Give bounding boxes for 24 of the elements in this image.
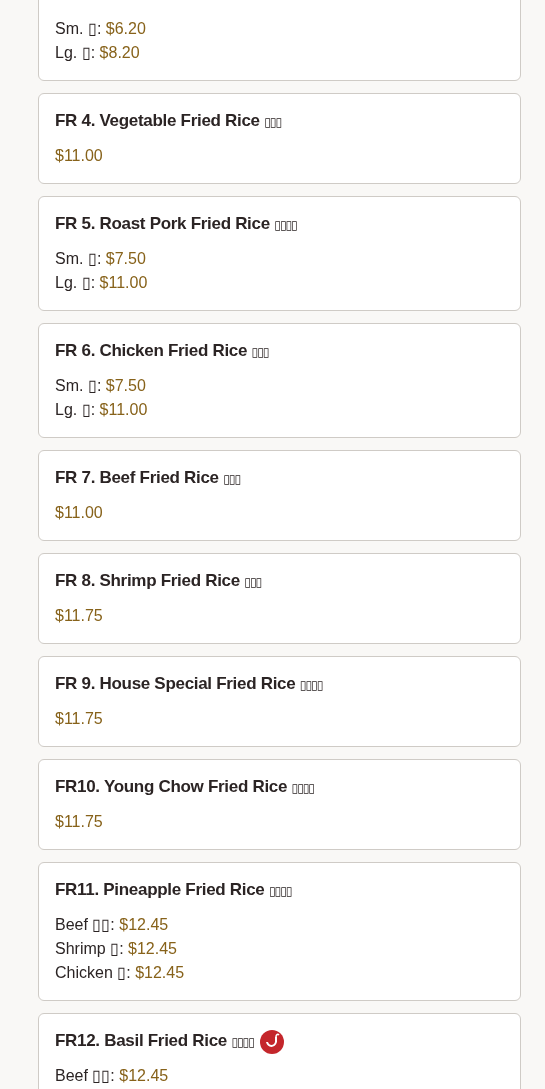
price-line: $11.75 [55, 709, 104, 729]
price-line: $11.00 [55, 503, 104, 523]
price-line: $11.00 [55, 146, 104, 166]
price-line: $11.75 [55, 606, 104, 626]
price-line: Chicken ▯: $12.45 [55, 963, 186, 983]
price-line: Beef ▯▯: $12.45 [55, 1066, 170, 1086]
price-line: Sm. ▯: $6.20 [55, 19, 147, 39]
price-line: Lg. ▯: $8.20 [55, 43, 141, 63]
price-line: Lg. ▯: $11.00 [55, 400, 149, 420]
item-title: FR10. Young Chow Fried Rice ▯▯▯▯ [55, 776, 314, 798]
item-title: FR 7. Beef Fried Rice ▯▯▯ [55, 467, 240, 489]
item-title: FR 5. Roast Pork Fried Rice ▯▯▯▯ [55, 213, 297, 235]
price-line: $11.75 [55, 812, 104, 832]
price-line: Sm. ▯: $7.50 [55, 376, 147, 396]
price-line: Beef ▯▯: $12.45 [55, 915, 170, 935]
item-title: FR11. Pineapple Fried Rice ▯▯▯▯ [55, 879, 292, 901]
price-line: Lg. ▯: $11.00 [55, 273, 149, 293]
item-title: FR 6. Chicken Fried Rice ▯▯▯ [55, 340, 269, 362]
item-title: FR 4. Vegetable Fried Rice ▯▯▯ [55, 110, 281, 132]
price-line: Sm. ▯: $7.50 [55, 249, 147, 269]
item-title: FR12. Basil Fried Rice ▯▯▯▯ [55, 1030, 254, 1052]
item-title: FR 8. Shrimp Fried Rice ▯▯▯ [55, 570, 262, 592]
item-title: FR 9. House Special Fried Rice ▯▯▯▯ [55, 673, 323, 695]
price-line: Shrimp ▯: $12.45 [55, 939, 178, 959]
